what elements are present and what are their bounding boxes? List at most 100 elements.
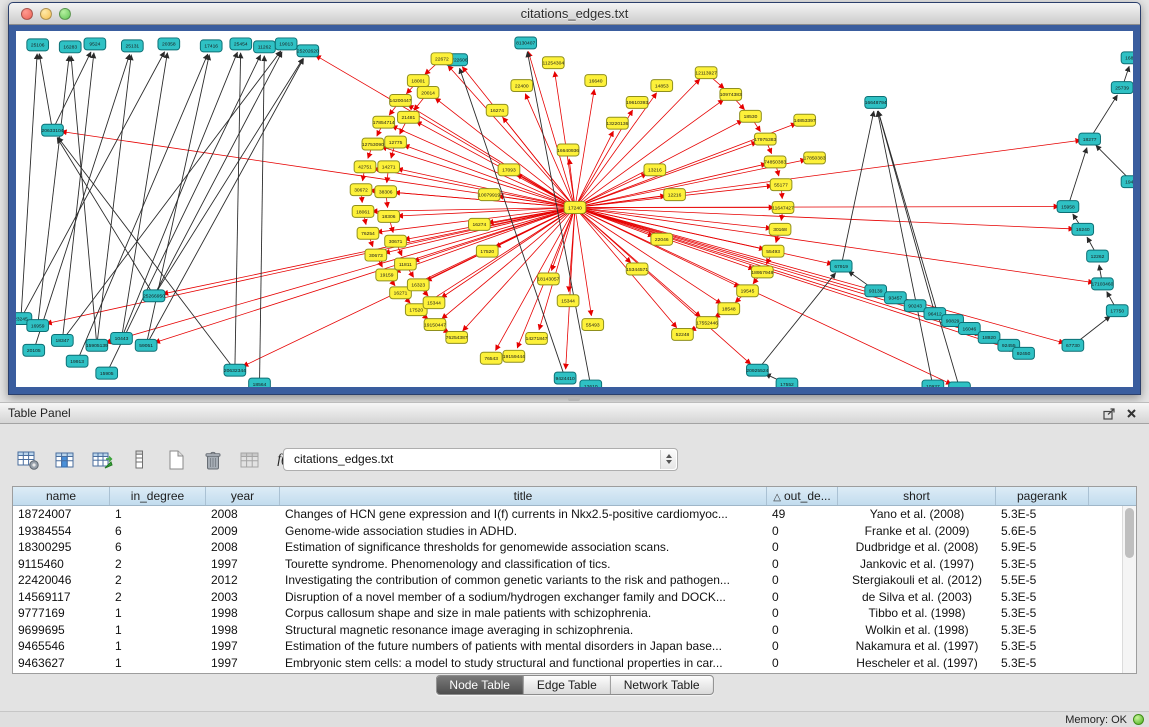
graph-edge[interactable] — [877, 111, 932, 386]
graph-node[interactable]: 17975383 — [754, 133, 776, 145]
graph-node[interactable]: 25131 — [121, 40, 143, 52]
column-header-short[interactable]: short — [838, 487, 996, 505]
graph-node[interactable]: 18920 — [978, 331, 1000, 343]
table-cell[interactable]: 2 — [110, 556, 206, 573]
column-header-year[interactable]: year — [206, 487, 280, 505]
table-cell[interactable]: 5.3E-5 — [996, 506, 1089, 523]
graph-edge[interactable] — [38, 56, 69, 326]
graph-node[interactable]: 18306 — [378, 210, 400, 222]
table-cell[interactable]: 1997 — [206, 655, 280, 672]
table-cell[interactable]: Hescheler et al. (1997) — [838, 655, 996, 672]
graph-node[interactable]: 15905139 — [86, 339, 108, 351]
graph-node[interactable]: 17520 — [476, 245, 498, 257]
graph-node[interactable]: 38306 — [375, 186, 397, 198]
graph-node[interactable]: 55177 — [770, 179, 792, 191]
table-cell[interactable]: 1997 — [206, 556, 280, 573]
table-cell[interactable]: 1 — [110, 655, 206, 672]
graph-edge[interactable] — [62, 53, 94, 341]
float-panel-icon[interactable] — [1101, 406, 1117, 421]
graph-node[interactable]: 15958 — [1057, 201, 1079, 213]
table-cell[interactable]: 0 — [767, 655, 838, 672]
graph-edge[interactable] — [105, 208, 575, 343]
table-cell[interactable]: 0 — [767, 572, 838, 589]
zoom-button[interactable] — [59, 8, 71, 20]
network-canvas[interactable]: 2510616283952425131203581741625454112621… — [16, 31, 1133, 387]
table-cell[interactable]: Nakamura et al. (1997) — [838, 638, 996, 655]
window-titlebar[interactable]: citations_edges.txt — [9, 3, 1140, 25]
graph-node[interactable]: 19150447 — [424, 319, 446, 331]
table-cell[interactable]: 5.3E-5 — [996, 622, 1089, 639]
graph-node[interactable]: 12610 — [580, 380, 602, 387]
graph-node[interactable]: 21481 — [398, 111, 420, 123]
graph-node[interactable]: 10937 — [922, 380, 944, 387]
graph-node[interactable]: 10079919 — [478, 189, 500, 201]
table-cell[interactable]: 2008 — [206, 506, 280, 523]
table-row[interactable]: 946362711997Embryonic stem cells: a mode… — [13, 655, 1136, 672]
graph-node[interactable]: 14853 — [651, 80, 673, 92]
graph-node[interactable]: 16815 — [1121, 52, 1133, 64]
graph-edge[interactable] — [121, 52, 237, 338]
graph-node[interactable]: 30671 — [385, 235, 407, 247]
graph-node[interactable]: 52248 — [672, 328, 694, 340]
graph-node[interactable]: 15344 — [423, 297, 445, 309]
graph-node[interactable]: 22046 — [651, 233, 673, 245]
graph-node[interactable]: 17103460 — [1091, 278, 1113, 290]
tab-node-table[interactable]: Node Table — [436, 676, 524, 694]
graph-node[interactable]: 19545 — [737, 285, 759, 297]
graph-node[interactable]: 16323 — [407, 279, 429, 291]
graph-node[interactable]: 19159444 — [503, 350, 525, 362]
table-cell[interactable]: 5.6E-5 — [996, 523, 1089, 540]
table-cell[interactable]: 0 — [767, 605, 838, 622]
graph-node[interactable]: 16648794 — [865, 96, 887, 108]
graph-edge[interactable] — [34, 54, 130, 350]
graph-node[interactable]: 22672 — [431, 53, 453, 65]
table-row[interactable]: 1872400712008Changes of HCN gene express… — [13, 506, 1136, 523]
table-cell[interactable]: Disruption of a novel member of a sodium… — [280, 589, 767, 606]
graph-node[interactable]: 18957948 — [751, 266, 773, 278]
graph-edge[interactable] — [154, 58, 303, 295]
table-cell[interactable]: de Silva et al. (2003) — [838, 589, 996, 606]
graph-edge[interactable] — [575, 208, 833, 265]
graph-node[interactable]: 25266950 — [143, 290, 165, 302]
table-cell[interactable]: Estimation of significance thresholds fo… — [280, 539, 767, 556]
table-row[interactable]: 911546021997Tourette syndrome. Phenomeno… — [13, 556, 1136, 573]
graph-node[interactable]: 76254 — [357, 227, 379, 239]
table-cell[interactable]: 9777169 — [13, 605, 110, 622]
table-cell[interactable]: 0 — [767, 523, 838, 540]
graph-node[interactable]: 30672 — [350, 184, 372, 196]
graph-node[interactable]: 18143057 — [537, 273, 559, 285]
column-header-in_degree[interactable]: in_degree — [110, 487, 206, 505]
graph-edge[interactable] — [575, 208, 721, 304]
table-cell[interactable]: 1 — [110, 638, 206, 655]
minimize-button[interactable] — [40, 8, 52, 20]
graph-node[interactable]: 30673 — [365, 249, 387, 261]
graph-node[interactable]: 12753090 — [362, 138, 384, 150]
table-cell[interactable]: 18724007 — [13, 506, 110, 523]
table-cell[interactable]: 2012 — [206, 572, 280, 589]
graph-node[interactable]: 11262 — [254, 41, 276, 53]
table-cell[interactable]: Structural magnetic resonance image aver… — [280, 622, 767, 639]
graph-edge[interactable] — [878, 111, 935, 314]
graph-node[interactable]: 16640936 — [557, 144, 579, 156]
graph-edge[interactable] — [235, 53, 241, 370]
graph-node[interactable]: 93457 — [885, 292, 907, 304]
graph-node[interactable]: 14271847 — [526, 332, 548, 344]
graph-node[interactable]: 30168 — [769, 223, 791, 235]
column-header-pagerank[interactable]: pagerank — [996, 487, 1089, 505]
table-cell[interactable]: 6 — [110, 539, 206, 556]
graph-node[interactable]: 9424410 — [554, 372, 576, 384]
graph-edge[interactable] — [77, 54, 208, 361]
graph-node[interactable]: 17552446 — [696, 317, 718, 329]
graph-node[interactable]: 18347 — [51, 334, 73, 346]
table-cell[interactable]: 1998 — [206, 622, 280, 639]
graph-edge[interactable] — [575, 93, 657, 208]
table-mode-icon[interactable] — [14, 447, 42, 473]
tab-edge-table[interactable]: Edge Table — [524, 676, 611, 694]
graph-node[interactable]: 18001 — [407, 75, 429, 87]
graph-node[interactable]: 25739 — [1111, 82, 1133, 94]
table-source-select[interactable]: citations_edges.txt — [283, 448, 678, 471]
table-cell[interactable]: 5.3E-5 — [996, 638, 1089, 655]
tab-network-table[interactable]: Network Table — [611, 676, 713, 694]
graph-edge[interactable] — [575, 207, 1059, 208]
graph-node[interactable]: 12775 — [385, 136, 407, 148]
